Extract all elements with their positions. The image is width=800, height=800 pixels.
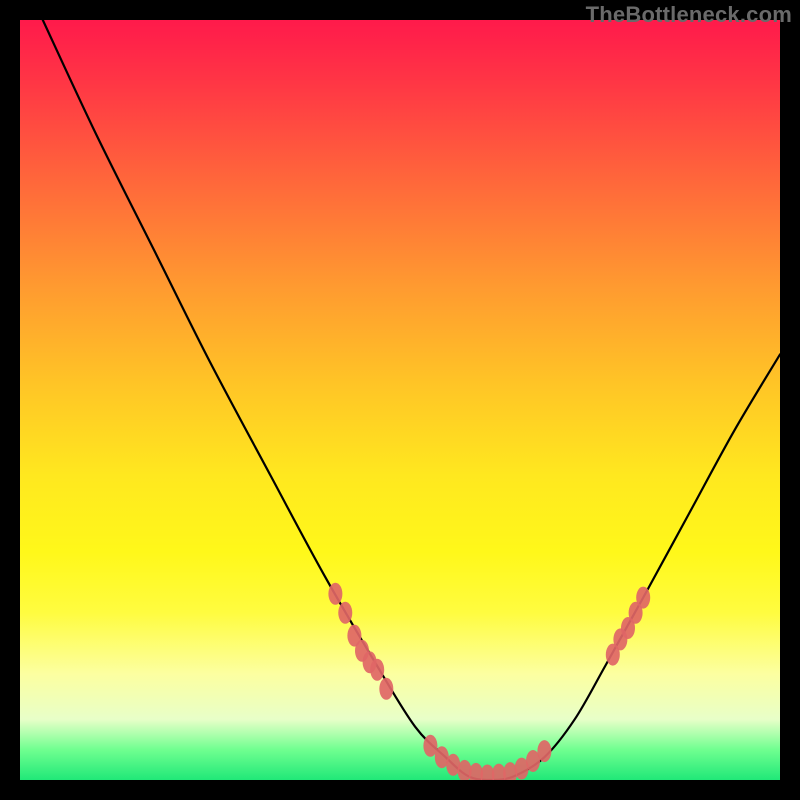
data-markers — [328, 583, 650, 780]
data-marker — [370, 659, 384, 681]
data-marker — [379, 678, 393, 700]
plot-area — [20, 20, 780, 780]
data-marker — [328, 583, 342, 605]
chart-frame: TheBottleneck.com — [0, 0, 800, 800]
curve-layer — [20, 20, 780, 780]
data-marker — [537, 740, 551, 762]
data-marker — [636, 587, 650, 609]
data-marker — [338, 602, 352, 624]
watermark-text: TheBottleneck.com — [586, 2, 792, 28]
bottleneck-curve — [43, 20, 780, 780]
